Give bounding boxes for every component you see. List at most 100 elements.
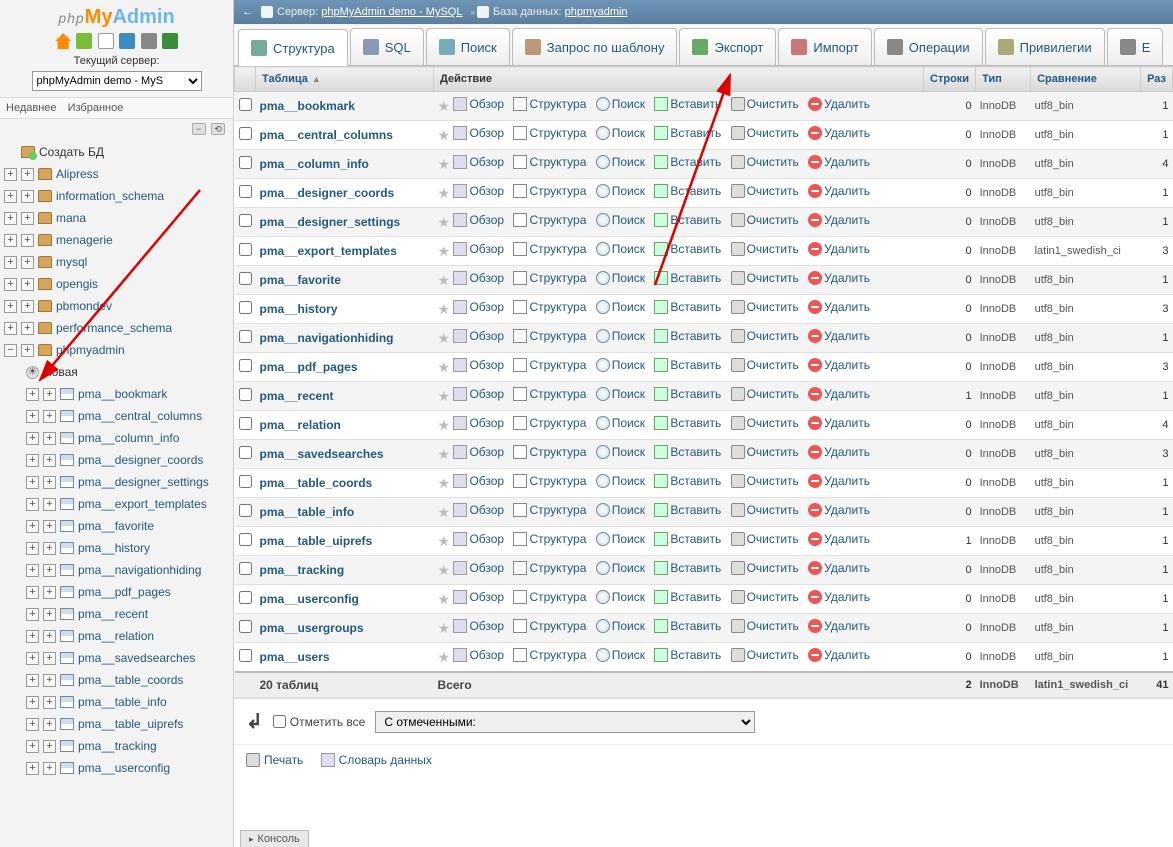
breadcrumb-db-link[interactable]: phpmyadmin (565, 6, 628, 18)
insert-link[interactable]: Вставить (654, 561, 721, 575)
insert-link[interactable]: Вставить (654, 358, 721, 372)
expand-icon[interactable] (4, 322, 17, 335)
table-name-link[interactable]: pma__table_uiprefs (260, 534, 373, 548)
drop-link[interactable]: Удалить (808, 271, 870, 285)
table-tree-item[interactable]: pma__favorite (4, 515, 233, 537)
tab-privileges[interactable]: Привилегии (985, 28, 1105, 65)
browse-link[interactable]: Обзор (453, 242, 504, 256)
table-name-link[interactable]: pma__favorite (260, 273, 341, 287)
drop-link[interactable]: Удалить (808, 184, 870, 198)
expand-icon-2[interactable] (43, 520, 56, 533)
search-link[interactable]: Поиск (596, 474, 645, 488)
table-tree-item[interactable]: pma__designer_settings (4, 471, 233, 493)
expand-icon[interactable] (26, 388, 39, 401)
row-checkbox[interactable] (239, 446, 252, 459)
expand-icon[interactable] (4, 256, 17, 269)
table-name-link[interactable]: pma__pdf_pages (260, 360, 358, 374)
empty-link[interactable]: Очистить (731, 532, 799, 546)
drop-link[interactable]: Удалить (808, 126, 870, 140)
drop-link[interactable]: Удалить (808, 503, 870, 517)
favorite-star-icon[interactable]: ★ (438, 330, 451, 346)
expand-icon[interactable] (4, 300, 17, 313)
tab-export[interactable]: Экспорт (679, 28, 776, 65)
browse-link[interactable]: Обзор (453, 445, 504, 459)
link-icon[interactable]: ⟲ (211, 123, 225, 135)
docs-icon[interactable] (119, 33, 135, 49)
empty-link[interactable]: Очистить (731, 329, 799, 343)
expand-icon[interactable] (26, 564, 39, 577)
favorite-star-icon[interactable]: ★ (438, 388, 451, 404)
expand-icon-2[interactable] (21, 190, 34, 203)
logo[interactable]: phpMyAdmin (0, 0, 233, 31)
table-name-link[interactable]: pma__designer_coords (260, 186, 395, 200)
drop-link[interactable]: Удалить (808, 97, 870, 111)
favorite-star-icon[interactable]: ★ (438, 591, 451, 607)
print-link[interactable]: Печать (246, 753, 303, 767)
favorite-star-icon[interactable]: ★ (438, 562, 451, 578)
table-tree-item[interactable]: pma__table_coords (4, 669, 233, 691)
insert-link[interactable]: Вставить (654, 184, 721, 198)
expand-icon-2[interactable] (43, 674, 56, 687)
insert-link[interactable]: Вставить (654, 387, 721, 401)
tab-structure[interactable]: Структура (238, 29, 348, 66)
tab-query[interactable]: Запрос по шаблону (512, 28, 678, 65)
empty-link[interactable]: Очистить (731, 213, 799, 227)
insert-link[interactable]: Вставить (654, 126, 721, 140)
expand-icon-2[interactable] (43, 542, 56, 555)
db-tree-item[interactable]: performance_schema (4, 317, 233, 339)
table-name-link[interactable]: pma__table_coords (260, 476, 373, 490)
insert-link[interactable]: Вставить (654, 503, 721, 517)
expand-icon[interactable] (26, 476, 39, 489)
db-tree-item[interactable]: Alipress (4, 163, 233, 185)
server-select[interactable]: phpMyAdmin demo - MyS (32, 71, 202, 91)
structure-link[interactable]: Структура (513, 329, 586, 343)
table-tree-item[interactable]: pma__central_columns (4, 405, 233, 427)
favorite-star-icon[interactable]: ★ (438, 475, 451, 491)
expand-icon-2[interactable] (43, 608, 56, 621)
row-checkbox[interactable] (239, 127, 252, 140)
drop-link[interactable]: Удалить (808, 445, 870, 459)
empty-link[interactable]: Очистить (731, 561, 799, 575)
insert-link[interactable]: Вставить (654, 532, 721, 546)
table-name-link[interactable]: pma__users (260, 650, 330, 664)
expand-icon[interactable] (26, 674, 39, 687)
structure-link[interactable]: Структура (513, 416, 586, 430)
table-name-link[interactable]: pma__central_columns (260, 128, 393, 142)
structure-link[interactable]: Структура (513, 300, 586, 314)
db-tree-item[interactable]: phpmyadmin (4, 339, 233, 361)
search-link[interactable]: Поиск (596, 532, 645, 546)
tab-more[interactable]: Е (1107, 28, 1164, 65)
db-tree-item[interactable]: mana (4, 207, 233, 229)
expand-icon[interactable] (26, 454, 39, 467)
drop-link[interactable]: Удалить (808, 242, 870, 256)
empty-link[interactable]: Очистить (731, 358, 799, 372)
row-checkbox[interactable] (239, 359, 252, 372)
row-checkbox[interactable] (239, 417, 252, 430)
table-tree-item[interactable]: pma__bookmark (4, 383, 233, 405)
settings-icon[interactable] (141, 33, 157, 49)
new-table-link[interactable]: ☀Новая (4, 361, 233, 383)
insert-link[interactable]: Вставить (654, 213, 721, 227)
expand-icon-2[interactable] (21, 322, 34, 335)
expand-icon-2[interactable] (43, 476, 56, 489)
row-checkbox[interactable] (239, 156, 252, 169)
empty-link[interactable]: Очистить (731, 184, 799, 198)
search-link[interactable]: Поиск (596, 97, 645, 111)
insert-link[interactable]: Вставить (654, 242, 721, 256)
row-checkbox[interactable] (239, 330, 252, 343)
expand-icon[interactable] (26, 520, 39, 533)
favorites-tab[interactable]: Избранное (68, 102, 124, 114)
search-link[interactable]: Поиск (596, 358, 645, 372)
insert-link[interactable]: Вставить (654, 416, 721, 430)
table-name-link[interactable]: pma__navigationhiding (260, 331, 394, 345)
favorite-star-icon[interactable]: ★ (438, 185, 451, 201)
table-name-link[interactable]: pma__table_info (260, 505, 355, 519)
table-tree-item[interactable]: pma__history (4, 537, 233, 559)
expand-icon-2[interactable] (21, 344, 34, 357)
favorite-star-icon[interactable]: ★ (438, 417, 451, 433)
expand-icon[interactable] (26, 630, 39, 643)
browse-link[interactable]: Обзор (453, 648, 504, 662)
search-link[interactable]: Поиск (596, 503, 645, 517)
drop-link[interactable]: Удалить (808, 155, 870, 169)
expand-icon[interactable] (26, 432, 39, 445)
